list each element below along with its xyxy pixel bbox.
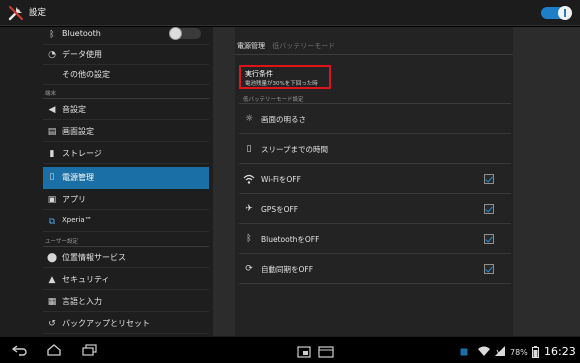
recent-apps-icon[interactable] <box>82 344 98 356</box>
sidebar-item-label: 言語と入力 <box>62 297 102 306</box>
apps-icon: ▣ <box>47 195 57 205</box>
battery-percentage: 78% <box>510 348 528 357</box>
screenshot-icon[interactable] <box>296 346 312 358</box>
option-label: 画面の明るさ <box>261 115 306 124</box>
execution-condition-title: 実行条件 <box>245 70 273 78</box>
keyboard-icon: ▦ <box>47 297 57 307</box>
notification-icon <box>460 348 468 356</box>
app-title: 設定 <box>29 8 47 18</box>
lock-icon: ▲ <box>48 275 56 285</box>
battery-status-icon <box>532 346 539 358</box>
option-bluetooth-off[interactable]: ᛒ BluetoothをOFF <box>239 224 511 254</box>
detail-pane: 電源管理 低バッテリーモード 実行条件 電池残量が30%を下回った時 低バッテリ… <box>213 27 580 336</box>
settings-tools-icon[interactable] <box>7 4 25 22</box>
sidebar-item-label: Bluetooth <box>62 29 101 38</box>
sidebar-item-label: ストレージ <box>62 149 102 158</box>
action-bar: 設定 <box>0 0 580 26</box>
settings-sidebar: ᛒ Bluetooth ◔ データ使用 その他の設定 端末 ◀ 音設定 ▤ 画面… <box>0 27 213 336</box>
sidebar-item-language-input[interactable]: ▦ 言語と入力 <box>43 292 209 312</box>
toggle-knob <box>558 6 572 20</box>
storage-icon: ▮ <box>49 149 55 159</box>
sidebar-item-backup-reset[interactable]: ↺ バックアップとリセット <box>43 314 209 334</box>
option-label: スリープまでの時間 <box>261 145 329 154</box>
sidebar-item-power-management[interactable]: ▯ 電源管理 <box>43 167 209 189</box>
sidebar-item-label: バックアップとリセット <box>62 319 150 328</box>
option-gps-off[interactable]: ✈ GPSをOFF <box>239 194 511 224</box>
battery-icon: ▯ <box>49 172 55 182</box>
sidebar-item-label: 電源管理 <box>62 173 94 182</box>
location-icon: ⬤ <box>47 253 58 263</box>
option-label: GPSをOFF <box>261 205 299 214</box>
section-divider <box>43 246 209 247</box>
clock: 16:23 <box>544 345 576 358</box>
gps-icon: ✈ <box>245 204 253 214</box>
sidebar-item-label: Xperia™ <box>62 216 92 224</box>
auto-sync-off-checkbox[interactable] <box>484 264 494 274</box>
volume-icon: ◀ <box>48 105 56 115</box>
data-usage-icon: ◔ <box>48 50 56 60</box>
section-header-device: 端末 <box>45 91 57 97</box>
low-battery-settings-header: 低バッテリーモード設定 <box>243 97 304 103</box>
home-icon[interactable] <box>46 344 62 356</box>
sidebar-item-data-usage[interactable]: ◔ データ使用 <box>43 45 209 65</box>
execution-condition-desc: 電池残量が30%を下回った時 <box>245 81 318 87</box>
option-screen-brightness[interactable]: ☼ 画面の明るさ <box>239 104 511 134</box>
back-icon[interactable] <box>12 344 28 356</box>
xperia-icon: ⧉ <box>48 217 56 227</box>
sidebar-item-label: 音設定 <box>62 105 86 114</box>
wifi-status-icon <box>478 346 490 356</box>
bluetooth-off-checkbox[interactable] <box>484 234 494 244</box>
option-sleep-timer[interactable]: ▯ スリープまでの時間 <box>239 134 511 164</box>
system-bar: 78% 16:23 <box>0 336 580 363</box>
master-power-toggle[interactable] <box>541 6 572 20</box>
breadcrumb-current[interactable]: 電源管理 <box>237 42 265 50</box>
small-apps-icon[interactable] <box>318 346 334 358</box>
section-header-user: ユーザー設定 <box>45 239 78 245</box>
backup-icon: ↺ <box>48 319 56 329</box>
sync-icon: ⟳ <box>245 264 253 274</box>
option-label: 自動同期をOFF <box>261 265 314 274</box>
option-label: BluetoothをOFF <box>261 235 320 244</box>
bluetooth-icon: ᛒ <box>49 30 55 40</box>
sidebar-item-more-settings[interactable]: その他の設定 <box>43 65 209 85</box>
signal-icon <box>495 346 505 356</box>
sidebar-item-label: セキュリティ <box>62 275 110 284</box>
option-wifi-off[interactable]: Wi-FiをOFF <box>239 164 511 194</box>
sidebar-item-label: 位置情報サービス <box>62 253 126 262</box>
sidebar-item-display[interactable]: ▤ 画面設定 <box>43 122 209 142</box>
wifi-off-checkbox[interactable] <box>484 174 494 184</box>
sidebar-item-bluetooth[interactable]: ᛒ Bluetooth <box>43 27 209 45</box>
execution-condition-item[interactable]: 実行条件 電池残量が30%を下回った時 <box>239 65 331 89</box>
sleep-timer-icon: ▯ <box>246 144 252 154</box>
section-divider <box>43 98 209 99</box>
sidebar-item-sound[interactable]: ◀ 音設定 <box>43 100 209 120</box>
option-label: Wi-FiをOFF <box>261 175 301 184</box>
sidebar-item-xperia[interactable]: ⧉ Xperia™ <box>43 212 209 232</box>
sidebar-item-storage[interactable]: ▮ ストレージ <box>43 144 209 164</box>
sidebar-item-label: 画面設定 <box>62 127 94 136</box>
sidebar-item-apps[interactable]: ▣ アプリ <box>43 190 209 210</box>
toggle-knob <box>169 27 182 40</box>
wifi-icon <box>243 173 255 185</box>
bluetooth-toggle[interactable] <box>169 27 201 40</box>
display-icon: ▤ <box>47 127 57 137</box>
sidebar-item-security[interactable]: ▲ セキュリティ <box>43 270 209 290</box>
sidebar-item-label: データ使用 <box>62 50 102 59</box>
sidebar-item-label: その他の設定 <box>62 70 110 79</box>
breadcrumb: 電源管理 低バッテリーモード <box>237 41 335 51</box>
sidebar-item-location[interactable]: ⬤ 位置情報サービス <box>43 248 209 268</box>
breadcrumb-sub: 低バッテリーモード <box>272 42 336 50</box>
bluetooth-icon: ᛒ <box>246 234 252 244</box>
brightness-icon: ☼ <box>244 114 254 124</box>
sidebar-item-label: アプリ <box>62 195 86 204</box>
gps-off-checkbox[interactable] <box>484 204 494 214</box>
option-auto-sync-off[interactable]: ⟳ 自動同期をOFF <box>239 254 511 284</box>
breadcrumb-divider <box>235 54 513 55</box>
